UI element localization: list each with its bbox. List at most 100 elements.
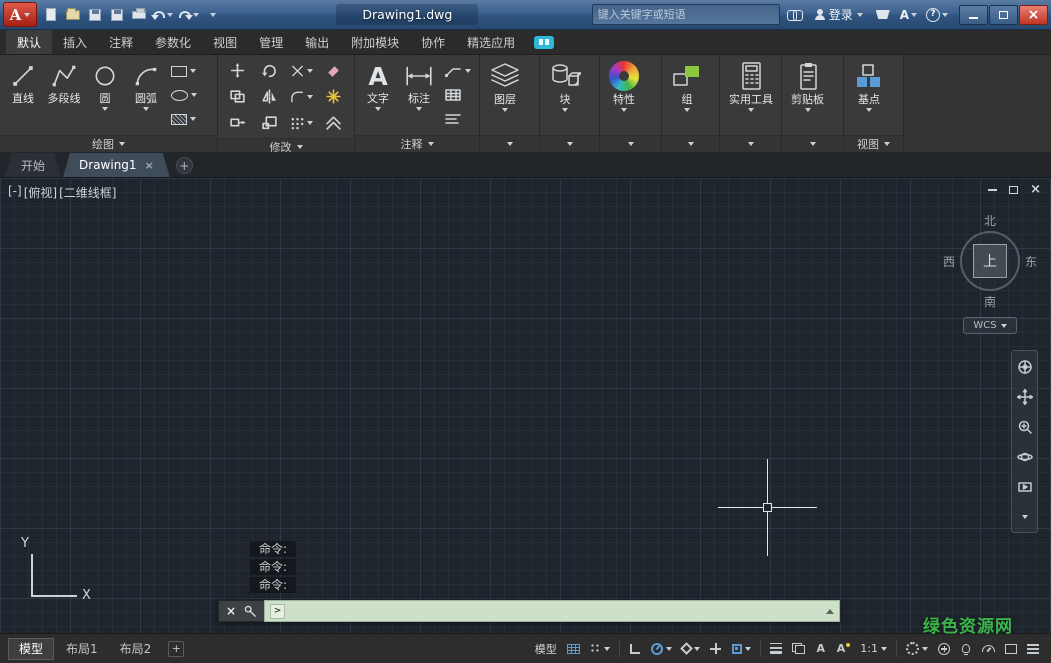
search-input[interactable] [598, 9, 774, 21]
view-panel-footer[interactable]: 视图 [844, 135, 903, 152]
save-button[interactable] [85, 4, 105, 25]
file-tab-drawing1[interactable]: Drawing1 × [63, 153, 170, 177]
annotation-scale-button[interactable]: 1:1 [856, 638, 891, 660]
basepoint-button[interactable]: 基点 [847, 57, 891, 133]
dimension-tool-button[interactable]: 标注 [399, 57, 439, 133]
groups-panel-footer[interactable] [662, 135, 719, 152]
properties-panel-footer[interactable] [600, 135, 661, 152]
close-tab-icon[interactable]: × [145, 159, 154, 172]
grid-toggle[interactable] [563, 638, 584, 660]
redo-button[interactable] [177, 4, 201, 25]
model-tab[interactable]: 模型 [8, 638, 54, 660]
doc-minimize-icon[interactable] [988, 189, 997, 191]
arc-tool-button[interactable]: 圆弧 [126, 57, 166, 133]
command-line[interactable]: > [264, 600, 840, 622]
plot-button[interactable] [129, 4, 149, 25]
file-tab-start[interactable]: 开始 [5, 153, 61, 177]
chevron-up-icon[interactable] [826, 609, 834, 614]
ribbon-tab-output[interactable]: 输出 [294, 30, 340, 54]
minimize-button[interactable] [959, 5, 988, 25]
offset-tool-button[interactable] [318, 110, 349, 135]
ribbon-tab-insert[interactable]: 插入 [52, 30, 98, 54]
ribbon-tab-collaborate[interactable]: 协作 [410, 30, 456, 54]
text-style-tool-button[interactable] [441, 110, 474, 129]
clipboard-panel-footer[interactable] [782, 135, 843, 152]
app-menu-button[interactable]: A [3, 2, 37, 27]
drawing-canvas[interactable]: [-] [俯视] [二维线框] × 北 西 上 东 南 WCS [0, 178, 1051, 633]
ribbon-tab-addins[interactable]: 附加模块 [340, 30, 410, 54]
autoscale-toggle[interactable]: A [833, 638, 855, 660]
groups-button[interactable]: 组 [665, 57, 709, 133]
zoom-button[interactable] [1013, 415, 1036, 438]
draw-panel-footer[interactable]: 绘图 [0, 135, 217, 152]
workspace-switch-button[interactable] [902, 638, 932, 660]
navigation-wheel-button[interactable] [1013, 355, 1036, 378]
showmotion-button[interactable] [1013, 475, 1036, 498]
command-input[interactable] [290, 604, 821, 618]
ribbon-tab-annotate[interactable]: 注释 [98, 30, 144, 54]
lineweight-toggle[interactable] [766, 638, 786, 660]
viewcube-north[interactable]: 北 [941, 212, 1039, 229]
layers-button[interactable]: 图层 [483, 57, 527, 133]
leader-tool-button[interactable] [441, 62, 474, 81]
restore-button[interactable] [989, 5, 1018, 25]
stretch-tool-button[interactable] [222, 110, 253, 135]
viewcube-compass[interactable]: 上 [960, 231, 1020, 291]
sign-in-button[interactable]: 登录 [810, 4, 868, 25]
explode-tool-button[interactable] [318, 84, 349, 109]
clipboard-button[interactable]: 剪贴板 [785, 57, 830, 133]
annotation-panel-footer[interactable]: 注释 [355, 135, 479, 152]
trim-tool-button[interactable] [286, 58, 317, 83]
scale-tool-button[interactable] [254, 110, 285, 135]
save-as-button[interactable] [107, 4, 127, 25]
ellipse-tool-button[interactable] [168, 86, 200, 105]
navbar-customize-button[interactable] [1013, 505, 1036, 528]
polar-tracking-toggle[interactable] [647, 638, 676, 660]
object-snap-toggle[interactable] [728, 638, 755, 660]
block-button[interactable]: 块 [543, 57, 587, 133]
new-layout-button[interactable]: + [168, 641, 184, 657]
command-line-grip[interactable]: × [218, 600, 264, 622]
erase-tool-button[interactable] [318, 58, 349, 83]
view-menu[interactable]: [俯视] [24, 184, 57, 201]
wrench-icon[interactable] [244, 605, 257, 618]
table-tool-button[interactable] [441, 86, 474, 105]
hatch-tool-button[interactable] [168, 110, 200, 129]
visual-style-menu[interactable]: [二维线框] [59, 184, 116, 201]
circle-tool-button[interactable]: 圆 [85, 57, 125, 133]
doc-restore-icon[interactable] [1009, 186, 1018, 194]
isolate-objects-button[interactable] [956, 638, 976, 660]
qat-customize-button[interactable] [203, 4, 223, 25]
close-button[interactable]: × [1019, 5, 1048, 25]
ribbon-tab-view[interactable]: 视图 [202, 30, 248, 54]
viewcube-top-face[interactable]: 上 [973, 244, 1007, 278]
new-drawing-tab-button[interactable]: + [176, 157, 193, 174]
ortho-toggle[interactable] [625, 638, 645, 660]
text-tool-button[interactable]: A 文字 [358, 57, 398, 133]
new-file-button[interactable] [41, 4, 61, 25]
app-store-button[interactable] [873, 4, 893, 25]
move-tool-button[interactable] [222, 58, 253, 83]
wcs-menu[interactable]: WCS [963, 317, 1017, 334]
annotation-visibility-toggle[interactable]: A [811, 638, 831, 660]
orbit-button[interactable] [1013, 445, 1036, 468]
ribbon-tab-parametric[interactable]: 参数化 [144, 30, 202, 54]
object-snap-tracking-toggle[interactable] [706, 638, 726, 660]
exchange-button[interactable]: A [898, 4, 919, 25]
properties-button[interactable]: 特性 [603, 57, 645, 133]
viewcube-west[interactable]: 西 [943, 253, 955, 270]
ribbon-tab-featured-apps[interactable]: 精选应用 [456, 30, 526, 54]
layout1-tab[interactable]: 布局1 [56, 638, 108, 660]
help-button[interactable]: ? [924, 4, 950, 25]
annotation-monitor-button[interactable] [934, 638, 954, 660]
layout2-tab[interactable]: 布局2 [110, 638, 162, 660]
viewcube-south[interactable]: 南 [941, 293, 1039, 310]
utilities-button[interactable]: 实用工具 [723, 57, 779, 133]
ribbon-extra-icon[interactable] [534, 36, 554, 49]
rectangle-tool-button[interactable] [168, 62, 200, 81]
ribbon-tab-home[interactable]: 默认 [6, 30, 52, 54]
close-icon[interactable]: × [226, 605, 236, 617]
graphics-performance-button[interactable] [978, 638, 999, 660]
selection-cycling-toggle[interactable] [788, 638, 809, 660]
block-panel-footer[interactable] [540, 135, 599, 152]
